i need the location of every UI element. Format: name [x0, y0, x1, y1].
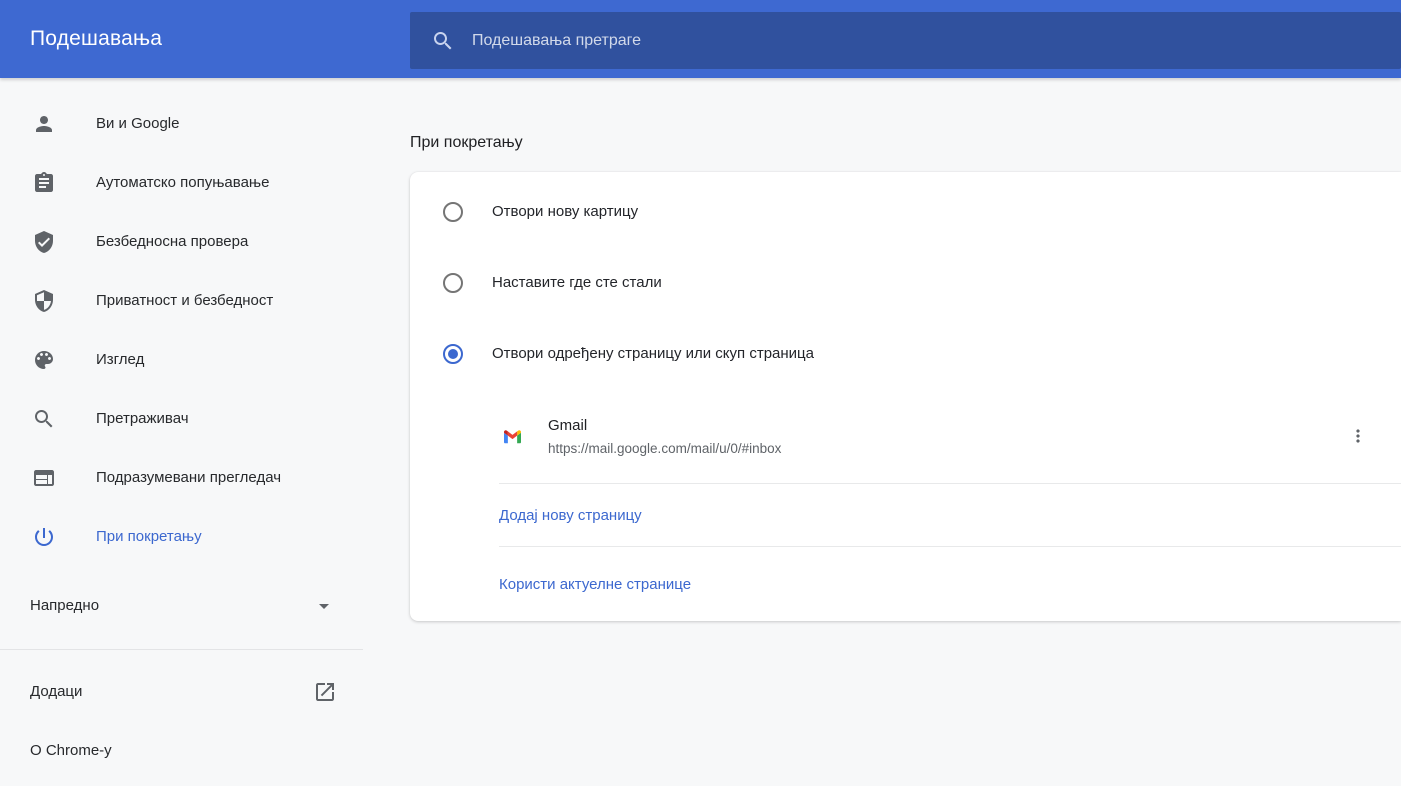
settings-header: Подешавања [0, 0, 1401, 78]
radio-button-selected[interactable] [443, 344, 463, 364]
sidebar-item-label: Изглед [96, 351, 144, 368]
page-title: Подешавања [30, 27, 162, 51]
add-new-page-label: Додај нову страницу [499, 507, 642, 524]
main-content: При покретању Отвори нову картицу Настав… [363, 78, 1401, 786]
sidebar-item-search-engine[interactable]: Претраживач [0, 389, 363, 448]
option-label: Отвори одређену страницу или скуп страни… [492, 345, 814, 362]
advanced-label: Напредно [30, 597, 99, 614]
sidebar-item-label: Подразумевани прегледач [96, 469, 281, 486]
settings-search-bar[interactable] [410, 12, 1401, 69]
sidebar-advanced-toggle[interactable]: Напредно [0, 576, 363, 635]
shield-check-icon [32, 230, 56, 254]
person-icon [32, 112, 56, 136]
content-area: Ви и Google Аутоматско попуњавање Безбед… [0, 78, 1401, 786]
more-vert-icon [1348, 426, 1368, 446]
option-open-specific-pages[interactable]: Отвори одређену страницу или скуп страни… [410, 318, 1401, 389]
use-current-pages-button[interactable]: Користи актуелне странице [410, 547, 1401, 621]
palette-icon [32, 348, 56, 372]
sidebar-item-safety-check[interactable]: Безбедносна провера [0, 212, 363, 271]
add-new-page-button[interactable]: Додај нову страницу [410, 484, 1401, 546]
option-label: Наставите где сте стали [492, 274, 662, 291]
sidebar-item-appearance[interactable]: Изглед [0, 330, 363, 389]
extensions-label: Додаци [30, 683, 82, 700]
radio-button[interactable] [443, 202, 463, 222]
more-actions-button[interactable] [1340, 418, 1376, 454]
sidebar-divider [0, 649, 363, 650]
sidebar-item-label: Безбедносна провера [96, 233, 248, 250]
sidebar-item-label: Приватност и безбедност [96, 292, 273, 309]
search-input[interactable] [472, 32, 1381, 50]
sidebar-item-about-chrome[interactable]: О Chrome-у [0, 721, 363, 780]
use-current-pages-label: Користи актуелне странице [499, 576, 691, 593]
sidebar-item-extensions[interactable]: Додаци [0, 662, 363, 721]
option-open-new-tab[interactable]: Отвори нову картицу [410, 176, 1401, 247]
startup-page-url: https://mail.google.com/mail/u/0/#inbox [548, 441, 781, 456]
option-continue-where-left-off[interactable]: Наставите где сте стали [410, 247, 1401, 318]
sidebar-item-you-and-google[interactable]: Ви и Google [0, 94, 363, 153]
gmail-icon [504, 429, 521, 444]
sidebar-item-label: Претраживач [96, 410, 189, 427]
startup-page-name: Gmail [548, 417, 781, 434]
shield-half-icon [32, 289, 56, 313]
external-link-icon [313, 680, 337, 704]
search-icon [431, 29, 455, 53]
browser-window-icon [32, 466, 56, 490]
startup-page-info: Gmail https://mail.google.com/mail/u/0/#… [548, 417, 781, 456]
radio-button[interactable] [443, 273, 463, 293]
chevron-down-icon [312, 594, 336, 618]
sidebar-item-autofill[interactable]: Аутоматско попуњавање [0, 153, 363, 212]
sidebar-item-on-startup[interactable]: При покретању [0, 507, 363, 566]
sidebar-item-default-browser[interactable]: Подразумевани прегледач [0, 448, 363, 507]
option-label: Отвори нову картицу [492, 203, 638, 220]
startup-page-row: Gmail https://mail.google.com/mail/u/0/#… [410, 389, 1401, 483]
section-title: При покретању [410, 134, 1401, 152]
sidebar-item-label: Аутоматско попуњавање [96, 174, 269, 191]
sidebar-item-label: При покретању [96, 528, 202, 545]
power-icon [32, 525, 56, 549]
search-icon [32, 407, 56, 431]
sidebar-item-privacy-security[interactable]: Приватност и безбедност [0, 271, 363, 330]
sidebar-item-label: Ви и Google [96, 115, 179, 132]
sidebar: Ви и Google Аутоматско попуњавање Безбед… [0, 78, 363, 786]
about-chrome-label: О Chrome-у [30, 742, 112, 759]
on-startup-card: Отвори нову картицу Наставите где сте ст… [410, 172, 1401, 621]
clipboard-icon [32, 171, 56, 195]
